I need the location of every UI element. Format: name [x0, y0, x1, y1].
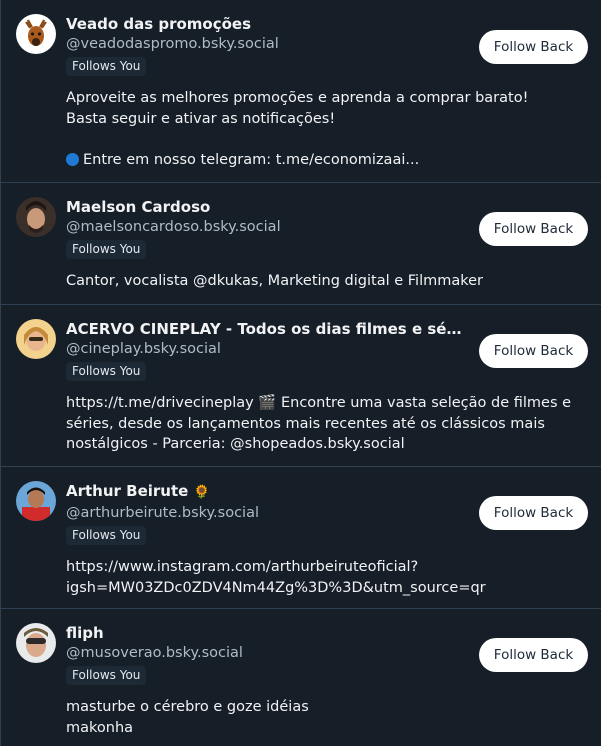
follow-back-button[interactable]: Follow Back: [479, 334, 588, 368]
divider: [0, 609, 5, 746]
list-item[interactable]: fliph @musoverao.bsky.social Follows You…: [0, 609, 601, 746]
user-name[interactable]: fliph: [66, 623, 466, 643]
follows-you-badge: Follows You: [66, 526, 147, 545]
follow-back-button[interactable]: Follow Back: [479, 212, 588, 246]
follow-back-button[interactable]: Follow Back: [479, 496, 588, 530]
user-bio: Cantor, vocalista @dkukas, Marketing dig…: [66, 273, 484, 289]
divider: [0, 183, 5, 304]
follows-you-badge: Follows You: [66, 362, 147, 381]
avatar[interactable]: [16, 481, 56, 521]
blue-circle-icon: [66, 152, 79, 166]
avatar[interactable]: [16, 197, 56, 237]
user-handle[interactable]: @arthurbeirute.bsky.social: [66, 503, 466, 523]
follows-you-badge: Follows You: [66, 240, 147, 259]
list-item[interactable]: ACERVO CINEPLAY - Todos os dias filmes e…: [0, 305, 601, 467]
user-bio: Aproveite as melhores promoções e aprend…: [66, 88, 585, 170]
user-handle[interactable]: @cineplay.bsky.social: [66, 339, 466, 359]
user-bio: masturbe o cérebro e goze idéias makonha: [66, 699, 309, 736]
divider: [0, 305, 5, 466]
user-bio: https://www.instagram.com/arthurbeiruteo…: [66, 559, 486, 596]
avatar[interactable]: [16, 14, 56, 54]
user-handle[interactable]: @maelsoncardoso.bsky.social: [66, 217, 466, 237]
user-name[interactable]: ACERVO CINEPLAY - Todos os dias filmes e…: [66, 319, 466, 339]
follows-you-badge: Follows You: [66, 666, 147, 685]
follows-you-badge: Follows You: [66, 57, 147, 76]
list-item[interactable]: Arthur Beirute 🌻 @arthurbeirute.bsky.soc…: [0, 467, 601, 609]
follow-back-button[interactable]: Follow Back: [479, 638, 588, 672]
bio-text: Entre em nosso telegram: t.me/economizaa…: [83, 151, 420, 168]
user-handle[interactable]: @musoverao.bsky.social: [66, 643, 466, 663]
sunflower-icon: 🌻: [193, 485, 210, 500]
user-name[interactable]: Arthur Beirute 🌻: [66, 481, 466, 503]
user-name[interactable]: Maelson Cardoso: [66, 197, 466, 217]
avatar[interactable]: [16, 623, 56, 663]
avatar[interactable]: [16, 319, 56, 359]
user-handle[interactable]: @veadodaspromo.bsky.social: [66, 34, 466, 54]
list-item[interactable]: Veado das promoções @veadodaspromo.bsky.…: [0, 0, 601, 183]
divider: [0, 0, 5, 182]
divider: [0, 467, 5, 608]
followers-list: Veado das promoções @veadodaspromo.bsky.…: [0, 0, 601, 746]
user-name-text[interactable]: Arthur Beirute: [66, 482, 188, 500]
user-name[interactable]: Veado das promoções: [66, 14, 466, 34]
list-item[interactable]: Maelson Cardoso @maelsoncardoso.bsky.soc…: [0, 183, 601, 305]
follow-back-button[interactable]: Follow Back: [479, 30, 588, 64]
bio-text: Aproveite as melhores promoções e aprend…: [66, 90, 529, 127]
user-bio: https://t.me/drivecineplay 🎬 Encontre um…: [66, 395, 572, 452]
